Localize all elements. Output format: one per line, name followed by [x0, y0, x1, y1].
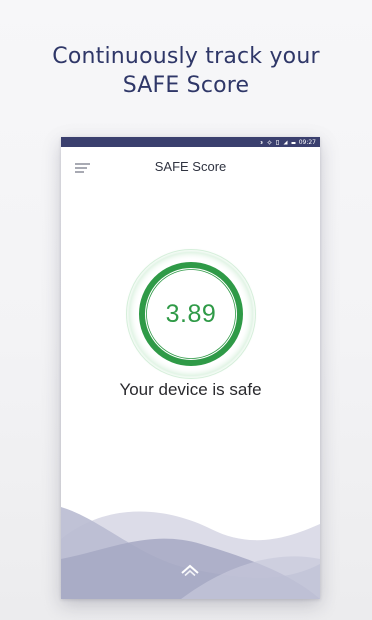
status-icons: 09:27	[259, 137, 316, 147]
score-value: 3.89	[165, 299, 217, 328]
headline: Continuously track your SAFE Score	[0, 42, 372, 100]
bluetooth-icon	[260, 139, 263, 145]
status-time: 09:27	[298, 138, 316, 146]
signal-icon	[283, 140, 288, 144]
app-bar-title: SAFE Score	[154, 159, 227, 174]
chevron-up-icon[interactable]	[178, 561, 202, 577]
score-gauge: 3.89	[123, 246, 259, 382]
headline-line-2: SAFE Score	[122, 73, 250, 98]
app-bar: SAFE Score	[61, 147, 320, 187]
wave-decoration	[61, 507, 320, 599]
headline-line-1: Continuously track your	[52, 44, 320, 69]
location-icon	[266, 139, 272, 145]
vibrate-icon	[275, 139, 279, 145]
device-status-message: Your device is safe	[119, 380, 262, 399]
status-bar: 09:27	[61, 137, 320, 147]
phone-screen: 09:27 SAFE Score 3.89 Your device is saf…	[61, 137, 320, 599]
battery-icon	[291, 141, 296, 144]
